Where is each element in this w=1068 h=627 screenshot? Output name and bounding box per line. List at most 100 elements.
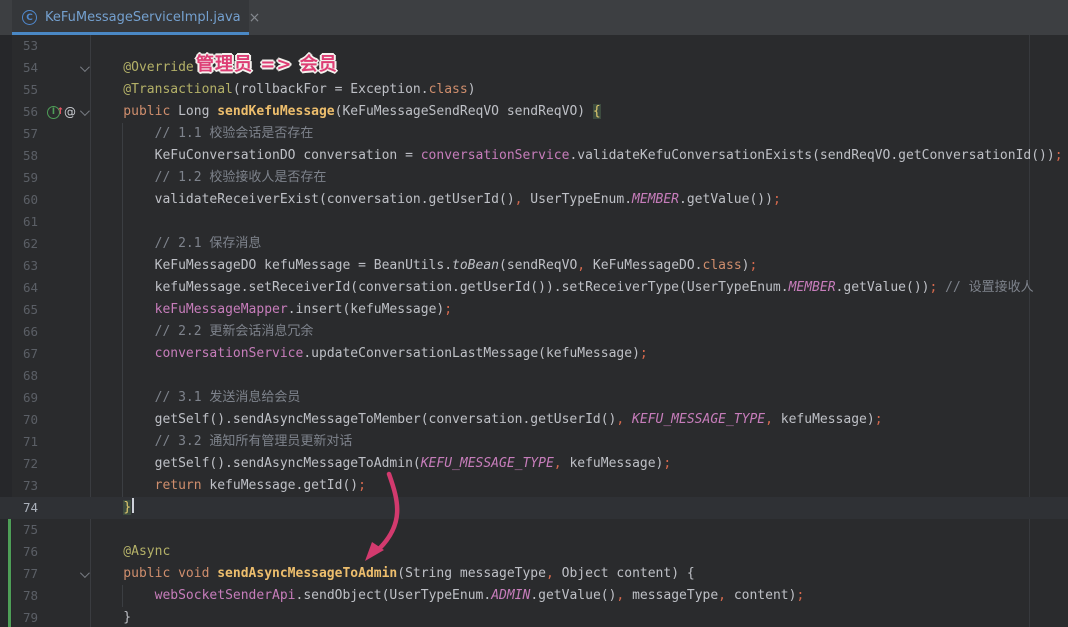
gutter-icons — [38, 563, 90, 585]
code-line[interactable]: 67 conversationService.updateConversatio… — [0, 343, 1068, 365]
code-line[interactable]: 55 @Transactional(rollbackFor = Exceptio… — [0, 79, 1068, 101]
vcs-change-marker — [0, 541, 12, 563]
line-number: 66 — [12, 321, 38, 343]
vcs-gutter — [0, 475, 12, 497]
code-text[interactable]: getSelf().sendAsyncMessageToMember(conve… — [90, 409, 1068, 431]
gutter-icons — [38, 607, 90, 627]
line-number: 65 — [12, 299, 38, 321]
code-text[interactable]: } — [90, 497, 1068, 519]
code-token: kefuMessage.getId() — [209, 478, 358, 493]
fold-chevron-icon[interactable] — [80, 62, 90, 72]
code-line[interactable]: 62 // 2.1 保存消息 — [0, 233, 1068, 255]
code-line[interactable]: 69 // 3.1 发送消息给会员 — [0, 387, 1068, 409]
fold-chevron-icon[interactable] — [80, 106, 90, 116]
tab-kefumessageserviceimpl[interactable]: C KeFuMessageServiceImpl.java × — [12, 0, 249, 35]
code-line[interactable]: 53 — [0, 35, 1068, 57]
code-line[interactable]: 79 } — [0, 607, 1068, 627]
code-area[interactable]: 5354 @Override55 @Transactional(rollback… — [0, 35, 1068, 627]
code-text[interactable]: return kefuMessage.getId(); — [90, 475, 1068, 497]
code-token: .insert(kefuMessage) — [288, 302, 445, 317]
code-line[interactable]: 59 // 1.2 校验接收人是否存在 — [0, 167, 1068, 189]
code-text[interactable]: @Async — [90, 541, 1068, 563]
gutter-icons — [38, 431, 90, 453]
vcs-gutter — [0, 255, 12, 277]
code-line[interactable]: 72 getSelf().sendAsyncMessageToAdmin(KEF… — [0, 453, 1068, 475]
code-token: kefuMessage.setReceiverId(conversation.g… — [92, 280, 789, 295]
code-token: validateReceiverExist(conversation.getUs… — [92, 192, 515, 207]
gutter-icons — [38, 123, 90, 145]
gutter-icons — [38, 189, 90, 211]
code-text[interactable]: conversationService.updateConversationLa… — [90, 343, 1068, 365]
code-line[interactable]: 75 — [0, 519, 1068, 541]
code-line[interactable]: 60 validateReceiverExist(conversation.ge… — [0, 189, 1068, 211]
code-text[interactable]: // 1.1 校验会话是否存在 — [90, 123, 1068, 145]
code-text[interactable]: // 1.2 校验接收人是否存在 — [90, 167, 1068, 189]
code-line[interactable]: 54 @Override — [0, 57, 1068, 79]
code-line[interactable]: 68 — [0, 365, 1068, 387]
code-line[interactable]: 64 kefuMessage.setReceiverId(conversatio… — [0, 277, 1068, 299]
code-text[interactable]: // 2.1 保存消息 — [90, 233, 1068, 255]
implements-method-icon[interactable]: I↑ — [47, 106, 60, 119]
vcs-gutter — [0, 233, 12, 255]
code-line[interactable]: 61 — [0, 211, 1068, 233]
line-number: 54 — [12, 57, 38, 79]
code-text[interactable]: getSelf().sendAsyncMessageToAdmin(KEFU_M… — [90, 453, 1068, 475]
code-token: , — [577, 258, 585, 273]
gutter-icons — [38, 475, 90, 497]
code-line[interactable]: 56I↑@ public Long sendKefuMessage(KeFuMe… — [0, 101, 1068, 123]
code-line[interactable]: 70 getSelf().sendAsyncMessageToMember(co… — [0, 409, 1068, 431]
code-text[interactable]: webSocketSenderApi.sendObject(UserTypeEn… — [90, 585, 1068, 607]
gutter-icons — [38, 167, 90, 189]
code-text[interactable]: @Transactional(rollbackFor = Exception.c… — [90, 79, 1068, 101]
fold-chevron-icon[interactable] — [80, 568, 90, 578]
code-line[interactable]: 66 // 2.2 更新会话消息冗余 — [0, 321, 1068, 343]
gutter-icons — [38, 145, 90, 167]
code-line[interactable]: 73 return kefuMessage.getId(); — [0, 475, 1068, 497]
code-line[interactable]: 58 KeFuConversationDO conversation = con… — [0, 145, 1068, 167]
code-text[interactable]: } — [90, 607, 1068, 627]
code-text[interactable]: validateReceiverExist(conversation.getUs… — [90, 189, 1068, 211]
code-token: MEMBER — [789, 280, 836, 295]
code-token: ; — [796, 588, 804, 603]
code-text[interactable]: // 2.2 更新会话消息冗余 — [90, 321, 1068, 343]
code-text[interactable]: public void sendAsyncMessageToAdmin(Stri… — [90, 563, 1068, 585]
code-text[interactable]: KeFuConversationDO conversation = conver… — [90, 145, 1068, 167]
code-token: .validateKefuConversationExists(sendReqV… — [569, 148, 1054, 163]
code-text[interactable]: KeFuMessageDO kefuMessage = BeanUtils.to… — [90, 255, 1068, 277]
code-line[interactable]: 78 webSocketSenderApi.sendObject(UserTyp… — [0, 585, 1068, 607]
code-text[interactable] — [90, 365, 1068, 387]
code-line[interactable]: 63 KeFuMessageDO kefuMessage = BeanUtils… — [0, 255, 1068, 277]
code-text[interactable]: // 3.2 通知所有管理员更新对话 — [90, 431, 1068, 453]
code-line[interactable]: 65 keFuMessageMapper.insert(kefuMessage)… — [0, 299, 1068, 321]
code-line[interactable]: 74 } — [0, 497, 1068, 519]
line-number: 68 — [12, 365, 38, 387]
line-number: 79 — [12, 607, 38, 627]
code-text[interactable] — [90, 211, 1068, 233]
vcs-gutter — [0, 321, 12, 343]
gutter-icons — [38, 211, 90, 233]
code-text[interactable]: public Long sendKefuMessage(KeFuMessageS… — [90, 101, 1068, 123]
code-text[interactable]: keFuMessageMapper.insert(kefuMessage); — [90, 299, 1068, 321]
vcs-change-marker — [0, 519, 12, 541]
gutter-icons — [38, 387, 90, 409]
close-icon[interactable]: × — [249, 11, 261, 25]
code-text[interactable] — [90, 519, 1068, 541]
line-number: 78 — [12, 585, 38, 607]
code-text[interactable]: kefuMessage.setReceiverId(conversation.g… — [90, 277, 1068, 299]
code-token: // 3.2 通知所有管理员更新对话 — [92, 434, 352, 449]
annotation-gutter-icon[interactable]: @ — [64, 101, 76, 123]
code-token: , — [546, 566, 554, 581]
code-line[interactable]: 77 public void sendAsyncMessageToAdmin(S… — [0, 563, 1068, 585]
code-text[interactable]: // 3.1 发送消息给会员 — [90, 387, 1068, 409]
vcs-gutter — [0, 343, 12, 365]
code-line[interactable]: 57 // 1.1 校验会话是否存在 — [0, 123, 1068, 145]
vcs-gutter — [0, 497, 12, 519]
code-editor[interactable]: 5354 @Override55 @Transactional(rollback… — [0, 35, 1068, 627]
code-token: (KeFuMessageSendReqVO sendReqVO) — [335, 104, 593, 119]
code-line[interactable]: 71 // 3.2 通知所有管理员更新对话 — [0, 431, 1068, 453]
code-token: .getValue() — [530, 588, 616, 603]
code-token — [92, 588, 155, 603]
code-line[interactable]: 76 @Async — [0, 541, 1068, 563]
vcs-gutter — [0, 211, 12, 233]
code-token: .sendObject(UserTypeEnum. — [296, 588, 492, 603]
